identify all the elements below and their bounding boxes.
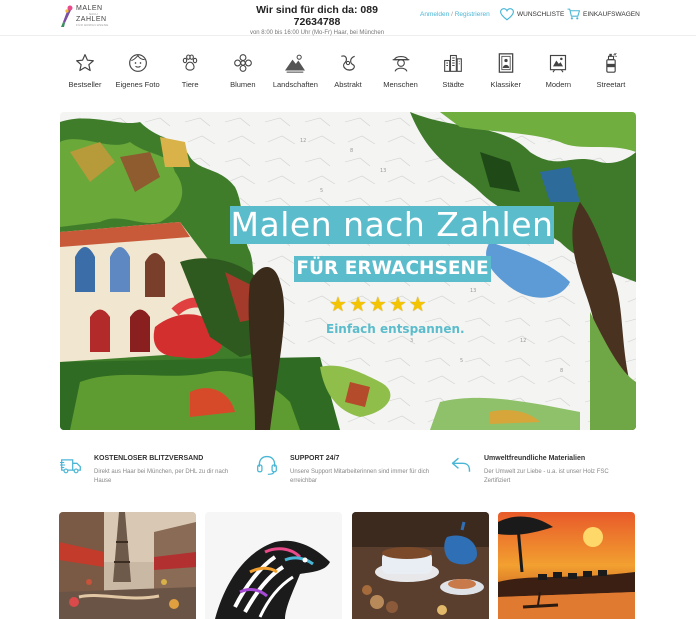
- svg-text:5: 5: [460, 358, 463, 364]
- category-label: Modern: [545, 80, 572, 89]
- hero-claim: Einfach entspannen.: [326, 322, 465, 336]
- site-header: MALEN NACH ZAHLEN FÜR ERWACHSENE Wir sin…: [0, 0, 696, 36]
- paris-painting-image: [59, 512, 196, 619]
- hero-banner[interactable]: 12813 5129 111312 583 Malen nach Zahlen …: [60, 112, 636, 430]
- truck-icon: [60, 459, 81, 474]
- spray-can-icon: [600, 52, 622, 74]
- svg-text:13: 13: [470, 288, 476, 294]
- rating-star-icon: ★: [329, 294, 347, 316]
- logo-text-zahlen: ZAHLEN: [76, 16, 107, 23]
- category-label: Klassiker: [490, 80, 521, 89]
- category-abstrakt[interactable]: Abstrakt: [323, 52, 373, 94]
- svg-text:3: 3: [410, 338, 413, 344]
- wishlist-link[interactable]: WUNSCHLISTE: [500, 8, 564, 21]
- category-tiere[interactable]: Tiere: [165, 52, 215, 94]
- category-bestseller[interactable]: Bestseller: [60, 52, 110, 94]
- category-blumen[interactable]: Blumen: [218, 52, 268, 94]
- category-label: Menschen: [383, 80, 418, 89]
- hotline: Wir sind für dich da: 089 72634788 von 8…: [232, 4, 402, 36]
- zebra-painting-image: [205, 512, 342, 619]
- cart-link[interactable]: EINKAUFSWAGEN: [567, 8, 640, 20]
- paw-icon: [179, 52, 201, 74]
- category-streetart[interactable]: Streetart: [586, 52, 636, 94]
- coffee-painting-image: [352, 512, 489, 619]
- modern-frame-icon: [547, 52, 569, 74]
- category-nav: Bestseller Eigenes Foto Tiere Blumen Lan…: [60, 52, 636, 94]
- return-arrow-icon: [451, 457, 471, 472]
- feature-title: Umweltfreundliche Materialien: [484, 455, 586, 462]
- category-staedte[interactable]: Städte: [428, 52, 478, 94]
- rating-star-icon: ★: [348, 294, 367, 316]
- category-label: Blumen: [230, 80, 256, 89]
- category-label: Abstrakt: [334, 80, 362, 89]
- flower-icon: [232, 52, 254, 74]
- headset-icon: [257, 455, 277, 475]
- star-icon: [74, 52, 96, 74]
- hero-rating-stars: ★ ★ ★ ★ ★: [329, 295, 427, 315]
- svg-text:5: 5: [320, 188, 323, 194]
- hotline-hours: von 8:00 bis 16:00 Uhr (Mo-Fr) Haar, bei…: [249, 30, 385, 36]
- logo-text-malen: MALEN: [76, 5, 103, 12]
- svg-text:8: 8: [350, 148, 353, 154]
- wishlist-label: WUNSCHLISTE: [517, 11, 565, 18]
- svg-text:13: 13: [380, 168, 386, 174]
- hotline-title: Wir sind für dich da: 089 72634788: [256, 4, 378, 28]
- site-logo[interactable]: MALEN NACH ZAHLEN FÜR ERWACHSENE: [60, 2, 118, 32]
- mountain-icon: [284, 52, 306, 74]
- feature-description: Unsere Support Mitarbeiterinnen sind imm…: [290, 469, 430, 484]
- product-tile-paris[interactable]: [59, 512, 196, 619]
- svg-text:12: 12: [520, 338, 526, 344]
- category-eigenes-foto[interactable]: Eigenes Foto: [113, 52, 163, 94]
- login-link[interactable]: Anmelden: [420, 11, 449, 18]
- category-label: Landschaften: [272, 80, 318, 89]
- category-label: Städte: [442, 80, 464, 89]
- category-klassiker[interactable]: Klassiker: [481, 52, 531, 94]
- account-links: Anmelden / Registrieren: [420, 11, 490, 18]
- product-tile-zebra[interactable]: [205, 512, 342, 619]
- product-tile-savanna[interactable]: [498, 512, 635, 619]
- city-icon: [442, 52, 464, 74]
- category-label: Eigenes Foto: [115, 80, 160, 89]
- person-icon: [390, 52, 412, 74]
- hero-subtitle: FÜR ERWACHSENE: [294, 256, 491, 282]
- account-separator: /: [451, 11, 453, 18]
- feature-title: KOSTENLOSER BLITZVERSAND: [94, 455, 204, 462]
- logo-text-fuer-erwachsene: FÜR ERWACHSENE: [76, 23, 109, 27]
- savanna-painting-image: [498, 512, 635, 619]
- product-tile-coffee[interactable]: [352, 512, 489, 619]
- svg-text:12: 12: [300, 138, 306, 144]
- category-modern[interactable]: Modern: [533, 52, 583, 94]
- hero-title: Malen nach Zahlen: [230, 205, 554, 244]
- register-link[interactable]: Registrieren: [455, 11, 490, 18]
- face-icon: [127, 52, 149, 74]
- rating-star-icon: ★: [388, 294, 407, 316]
- rating-star-icon: ★: [408, 294, 427, 316]
- category-landschaften[interactable]: Landschaften: [270, 52, 320, 94]
- heart-icon: [500, 8, 514, 21]
- category-label: Bestseller: [68, 80, 102, 89]
- paintbrush-icon: [61, 5, 73, 27]
- category-menschen[interactable]: Menschen: [376, 52, 426, 94]
- category-label: Tiere: [181, 80, 199, 89]
- cart-icon: [567, 8, 580, 20]
- svg-text:8: 8: [560, 368, 563, 374]
- category-label: Streetart: [596, 80, 626, 89]
- abstract-icon: [337, 52, 359, 74]
- feature-title: SUPPORT 24/7: [290, 455, 340, 462]
- cart-label: EINKAUFSWAGEN: [583, 10, 640, 18]
- classic-frame-icon: [495, 52, 517, 74]
- rating-star-icon: ★: [368, 294, 387, 316]
- feature-description: Der Umwelt zur Liebe - u.a. ist unser Ho…: [484, 469, 609, 484]
- feature-description: Direkt aus Haar bei München, per DHL zu …: [94, 469, 229, 484]
